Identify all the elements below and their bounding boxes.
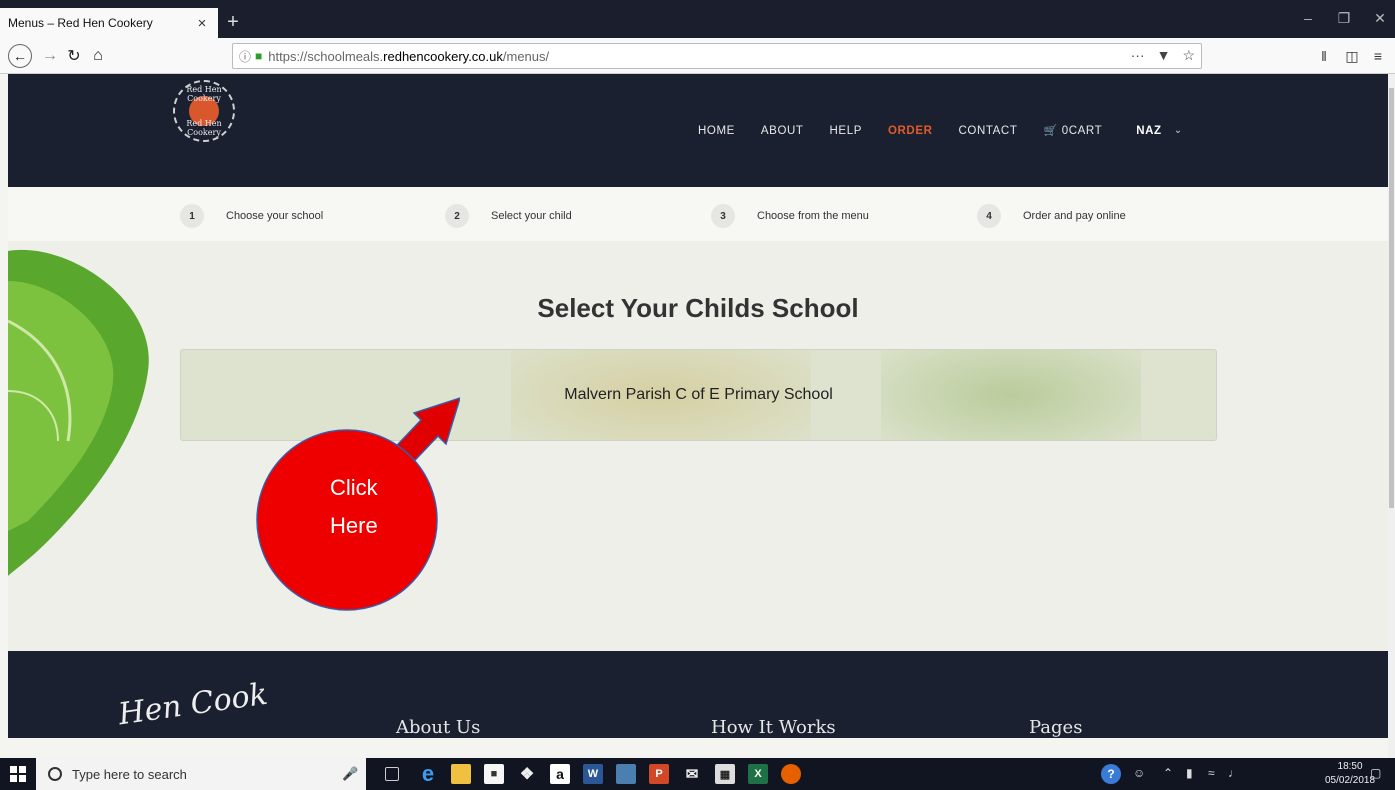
page-actions-icon[interactable]: ···	[1131, 47, 1145, 64]
step-2: 2 Select your child	[445, 204, 572, 228]
torn-edge-decoration	[8, 651, 1388, 657]
cortana-icon	[48, 767, 62, 781]
reload-icon[interactable]: ↻	[62, 44, 86, 68]
nav-order[interactable]: ORDER	[888, 125, 933, 137]
bookmark-star-icon[interactable]: ☆	[1182, 47, 1195, 64]
step-label: Choose your school	[226, 210, 324, 222]
page-scrollbar[interactable]	[1388, 74, 1395, 758]
task-view-icon[interactable]	[385, 767, 399, 781]
main-nav: HOME ABOUT HELP ORDER CONTACT 🛒 0CART NAZ…	[698, 124, 1182, 138]
taskbar-clock[interactable]: 18:50 05/02/2018	[1325, 760, 1375, 788]
powerpoint-icon[interactable]: P	[649, 764, 669, 784]
red-hen-logo[interactable]: Red Hen Cookery Red Hen Cookery	[173, 80, 235, 142]
site-header: Red Hen Cookery Red Hen Cookery HOME ABO…	[8, 74, 1388, 187]
cart-icon: 🛒	[1043, 125, 1058, 137]
order-steps: 1 Choose your school 2 Select your child…	[8, 187, 1388, 241]
step-number: 1	[180, 204, 204, 228]
amazon-icon[interactable]: a	[550, 764, 570, 784]
info-icon[interactable]: ⓘ	[239, 48, 251, 65]
windows-taskbar: Type here to search 🎤 e ■ ❖ a W P ✉ ▦ X …	[0, 758, 1395, 790]
step-4: 4 Order and pay online	[977, 204, 1126, 228]
photos-icon[interactable]	[616, 764, 636, 784]
people-icon[interactable]: ☺	[1133, 766, 1145, 780]
help-tray-icon[interactable]: ?	[1101, 764, 1121, 784]
footer-how-it-works[interactable]: How It Works	[711, 717, 836, 738]
file-explorer-icon[interactable]	[451, 764, 471, 784]
forward-arrow-icon[interactable]: →	[38, 44, 62, 68]
step-label: Select your child	[491, 210, 572, 222]
lettuce-leaf-decoration	[8, 249, 149, 576]
url-suffix: /menus/	[502, 48, 550, 64]
footer-logo: Hen Cook	[116, 676, 270, 733]
url-domain: redhencookery.co.uk	[383, 48, 503, 64]
mail-icon[interactable]: ✉	[682, 764, 702, 784]
close-tab-icon[interactable]: ×	[194, 15, 210, 32]
pocket-icon[interactable]: ▼	[1157, 47, 1171, 64]
main-content: Select Your Childs School Malvern Parish…	[8, 241, 1388, 651]
notifications-icon[interactable]: ▢	[1370, 766, 1381, 780]
logo-text-bottom: Red Hen Cookery	[186, 119, 222, 137]
volume-icon[interactable]: ♩	[1228, 766, 1240, 780]
dropbox-icon[interactable]: ❖	[517, 764, 537, 784]
browser-nav-bar: ← → ↻ ⌂ ⓘ ■ https://schoolmeals. redhenco…	[0, 38, 1395, 74]
footer-pages[interactable]: Pages	[1029, 717, 1082, 738]
nav-home[interactable]: HOME	[698, 125, 735, 137]
page-title: Select Your Childs School	[537, 293, 859, 323]
microphone-icon[interactable]: 🎤	[342, 766, 358, 782]
excel-icon[interactable]: X	[748, 764, 768, 784]
menu-icon[interactable]: ≡	[1366, 44, 1390, 68]
step-label: Order and pay online	[1023, 210, 1126, 222]
clock-time: 18:50	[1337, 761, 1363, 772]
step-number: 3	[711, 204, 735, 228]
new-tab-button[interactable]: +	[222, 10, 244, 34]
library-icon[interactable]: ‖	[1312, 44, 1336, 68]
chevron-down-icon[interactable]: ⌄	[1174, 125, 1182, 136]
step-label: Choose from the menu	[757, 210, 869, 222]
sidebar-icon[interactable]: ◫	[1340, 44, 1364, 68]
browser-tab-bar: Menus – Red Hen Cookery × + – ❐ ✕	[0, 0, 1395, 38]
windows-start-icon[interactable]	[10, 766, 26, 782]
site-footer: Hen Cook About Us How It Works Pages	[8, 651, 1388, 738]
lock-icon: ■	[255, 49, 263, 63]
click-here-annotation: Click Here	[256, 397, 460, 611]
home-icon[interactable]: ⌂	[86, 44, 110, 68]
nav-about[interactable]: ABOUT	[761, 125, 804, 137]
restore-icon[interactable]: ❐	[1334, 10, 1354, 27]
annotation-line-1: Click	[330, 475, 379, 500]
clock-date: 05/02/2018	[1325, 775, 1376, 786]
back-arrow-icon[interactable]: ←	[8, 44, 32, 68]
minimize-icon[interactable]: –	[1298, 10, 1318, 26]
nav-help[interactable]: HELP	[830, 125, 862, 137]
step-number: 4	[977, 204, 1001, 228]
battery-icon[interactable]: ▮	[1186, 766, 1193, 780]
window-close-icon[interactable]: ✕	[1370, 10, 1390, 27]
cart-label: 0CART	[1061, 125, 1103, 137]
logo-text-top: Red Hen Cookery	[186, 85, 222, 103]
annotation-line-2: Here	[330, 513, 378, 538]
step-3: 3 Choose from the menu	[711, 204, 869, 228]
url-prefix: https://schoolmeals.	[268, 48, 384, 64]
wifi-icon[interactable]: ≈	[1208, 766, 1215, 780]
footer-about-us[interactable]: About Us	[396, 717, 480, 738]
taskbar-search-placeholder: Type here to search	[72, 766, 187, 782]
taskbar-search[interactable]: Type here to search	[36, 758, 366, 790]
nav-cart[interactable]: 🛒 0CART	[1043, 124, 1102, 137]
chevron-up-icon[interactable]: ⌃	[1163, 766, 1173, 780]
user-menu[interactable]: NAZ	[1136, 125, 1161, 137]
firefox-icon[interactable]	[781, 764, 801, 784]
edge-icon[interactable]: e	[418, 761, 438, 786]
calculator-icon[interactable]: ▦	[715, 764, 735, 784]
browser-tab[interactable]: Menus – Red Hen Cookery ×	[0, 8, 218, 38]
nav-contact[interactable]: CONTACT	[959, 125, 1018, 137]
word-icon[interactable]: W	[583, 764, 603, 784]
store-icon[interactable]: ■	[484, 764, 504, 784]
tab-title: Menus – Red Hen Cookery	[8, 16, 153, 30]
address-bar[interactable]: ⓘ ■ https://schoolmeals. redhencookery.co…	[232, 43, 1202, 69]
step-1: 1 Choose your school	[180, 204, 323, 228]
school-name: Malvern Parish C of E Primary School	[564, 386, 833, 403]
step-number: 2	[445, 204, 469, 228]
